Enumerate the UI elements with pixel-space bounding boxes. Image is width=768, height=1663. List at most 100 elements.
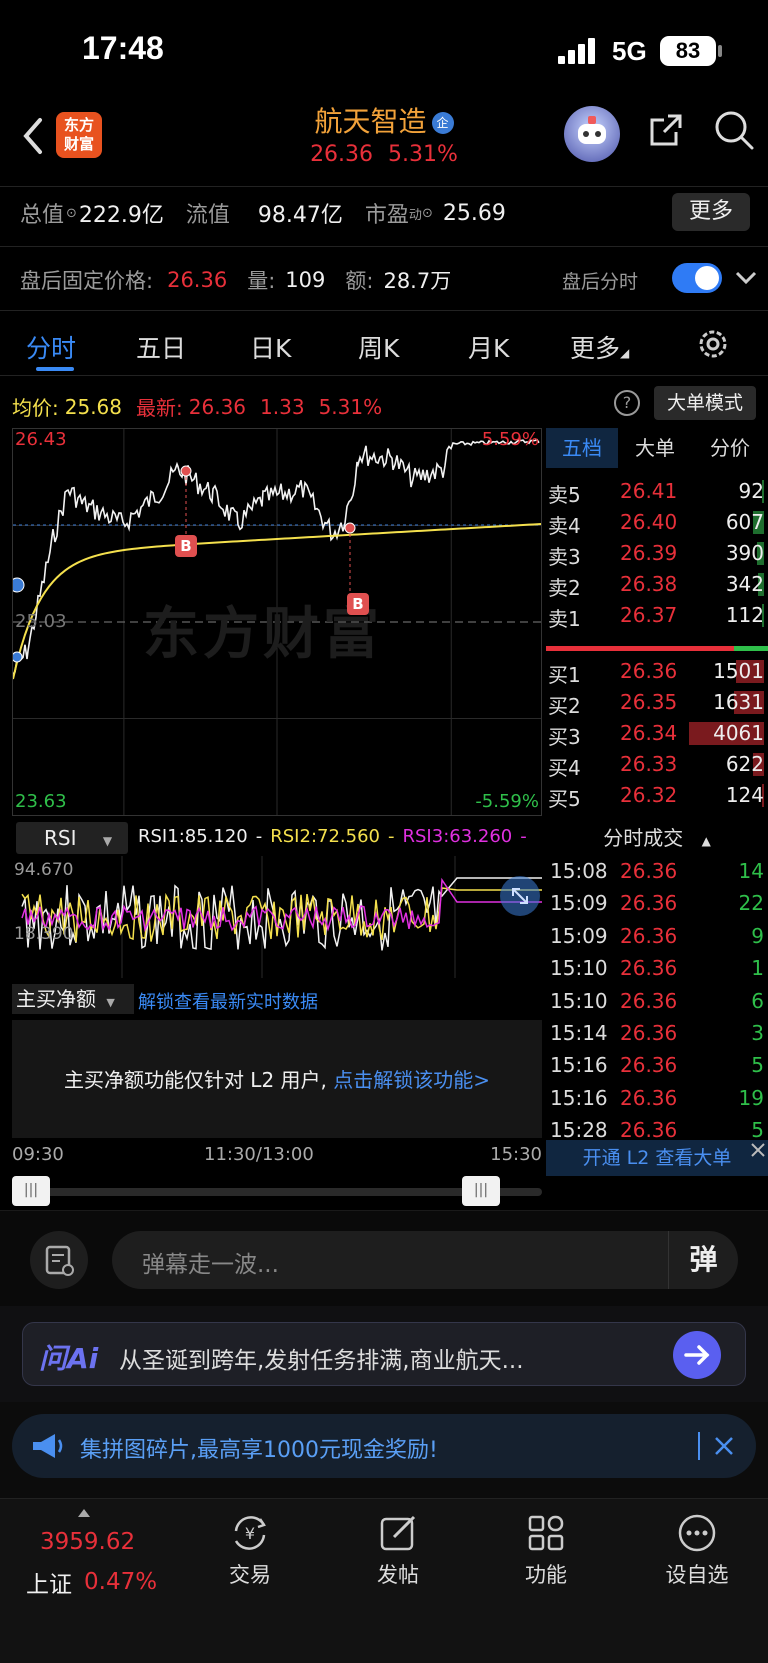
rsi-min: 18.390 (14, 924, 74, 944)
range-handle-right[interactable]: ||| (462, 1176, 500, 1206)
expand-icon[interactable] (500, 876, 540, 916)
close-icon[interactable] (712, 1434, 736, 1458)
bid-price: 26.33 (620, 752, 678, 776)
ask-bid-ratio-bar (546, 646, 768, 651)
caret-up-icon (78, 1509, 90, 1517)
bid-row[interactable]: 买3 26.34 4061 (546, 718, 768, 749)
arrow-right-icon[interactable] (673, 1331, 721, 1379)
trades-header[interactable]: 分时成交 ▲ (546, 822, 768, 854)
promo-banner[interactable]: 集拼图碎片,最高享1000元现金奖励! (12, 1414, 756, 1478)
trade-time: 15:10 (550, 956, 608, 981)
danmu-icon-label: 弹 (689, 1243, 718, 1276)
bid-row[interactable]: 买2 26.35 1631 (546, 687, 768, 718)
tab-large-orders[interactable]: 大单 (618, 428, 692, 468)
tab-more[interactable]: 更多◢ (570, 329, 629, 365)
bid-level-label: 买3 (548, 725, 581, 749)
tab-monthly-k[interactable]: 月K (468, 329, 509, 365)
pe-sup: 动 (408, 207, 422, 223)
nav-functions[interactable]: 功能 (506, 1511, 586, 1611)
nav-add-watchlist[interactable]: 设自选 (652, 1511, 742, 1611)
more-button[interactable]: 更多 (672, 193, 750, 231)
ai-prompt-text: 从圣诞到跨年,发射任务排满,商业航天... (119, 1348, 524, 1374)
buy-marker[interactable]: B (175, 535, 197, 557)
unlock-link[interactable]: 解锁查看最新实时数据 (138, 988, 318, 1014)
tab-five-levels[interactable]: 五档 (546, 428, 618, 468)
rsi-line-1 (21, 877, 542, 951)
net-buy-selector[interactable]: 主买净额 ▼ (12, 984, 134, 1014)
trade-volume: 22 (738, 891, 764, 916)
signal-icon (558, 38, 598, 64)
help-icon[interactable]: ? (614, 390, 640, 416)
trade-row: 15:16 26.36 19 (546, 1083, 768, 1115)
ask-level-label: 卖4 (548, 514, 581, 538)
bid-level-label: 买1 (548, 663, 581, 687)
ask-row[interactable]: 卖3 26.39 390 (546, 538, 768, 569)
ai-bar[interactable]: 问Ai 从圣诞到跨年,发射任务排满,商业航天... (22, 1322, 746, 1386)
tab-daily-k[interactable]: 日K (250, 329, 291, 365)
share-icon[interactable] (646, 110, 686, 150)
ask-row[interactable]: 卖5 26.41 92 (546, 476, 768, 507)
last-price-change: 1.33 (260, 394, 305, 419)
bid-row[interactable]: 买4 26.33 622 (546, 749, 768, 780)
edit-icon (376, 1511, 420, 1555)
chart-bottom-price: 23.63 (15, 791, 67, 812)
tab-weekly-k[interactable]: 周K (358, 329, 399, 365)
tab-intraday[interactable]: 分时 (26, 329, 76, 365)
chevron-down-icon[interactable] (734, 267, 758, 287)
l2-banner[interactable]: 开通 L2 查看大单 (546, 1140, 768, 1176)
intraday-chart[interactable]: 东方财富 26.43 5.59% 25.03 23.63 -5.59% B B (12, 428, 542, 816)
trade-volume: 1 (751, 956, 764, 981)
ask-volume: 92 (738, 479, 764, 503)
order-book-tabs: 五档 大单 分价 (546, 428, 768, 468)
last-price-pct: 5.31% (318, 394, 383, 419)
search-icon[interactable] (712, 108, 756, 152)
avg-price-label: 均价: (12, 396, 59, 420)
trade-volume: 9 (751, 923, 764, 948)
stock-name: 航天智造 (314, 105, 427, 138)
comment-input[interactable]: 弹幕走一波... 弹 (112, 1231, 738, 1289)
settings-icon[interactable] (696, 327, 730, 361)
trade-row: 15:16 26.36 5 (546, 1050, 768, 1082)
range-scroller[interactable]: ||| ||| (12, 1176, 542, 1206)
tab-price-dist[interactable]: 分价 (692, 428, 768, 468)
nav-post[interactable]: 发帖 (358, 1511, 438, 1611)
rsi2-value: RSI2:72.560 (270, 826, 380, 847)
bid-row[interactable]: 买5 26.32 124 (546, 780, 768, 811)
trade-price: 26.36 (620, 956, 678, 981)
comment-bar: 弹幕走一波... 弹 (0, 1210, 768, 1306)
bid-price: 26.36 (620, 659, 678, 683)
time-start: 09:30 (12, 1144, 64, 1165)
danmu-settings-icon[interactable] (30, 1231, 88, 1289)
danmu-toggle-icon[interactable]: 弹 (668, 1231, 738, 1289)
trades-list: 15:08 26.36 14 15:09 26.36 22 15:09 26.36 9 15:10… (546, 856, 768, 1148)
enterprise-badge: 企 (431, 112, 454, 134)
ask-row[interactable]: 卖1 26.37 112 (546, 600, 768, 631)
afterhours-toggle-label: 盘后分时 (562, 271, 639, 293)
robot-avatar[interactable] (564, 106, 620, 162)
nav-trade[interactable]: ¥ 交易 (210, 1511, 290, 1611)
rsi-selector[interactable]: RSI ▼ (16, 822, 128, 854)
ask-volume: 390 (725, 541, 764, 565)
large-order-mode-button[interactable]: 大单模式 (654, 386, 756, 420)
close-icon[interactable] (748, 1140, 768, 1160)
index-quote[interactable]: 3959.62 上证 0.47% (24, 1509, 174, 1609)
ask-row[interactable]: 卖4 26.40 607 (546, 507, 768, 538)
battery-level: 83 (675, 38, 701, 63)
promo-divider (698, 1432, 700, 1460)
ask-volume: 112 (725, 603, 764, 627)
float-value-label: 流值 (185, 203, 230, 228)
range-handle-left[interactable]: ||| (12, 1176, 50, 1206)
trade-volume: 3 (751, 1020, 764, 1045)
tab-five-day[interactable]: 五日 (136, 329, 186, 365)
afterhours-toggle[interactable] (672, 263, 722, 293)
trade-price: 26.36 (620, 923, 678, 948)
trade-price: 26.36 (620, 1053, 678, 1078)
battery-cap (718, 45, 722, 57)
pe-label: 市盈 (364, 203, 409, 228)
trade-row: 15:09 26.36 22 (546, 888, 768, 920)
bid-row[interactable]: 买1 26.36 1501 (546, 656, 768, 687)
l2-notice-link[interactable]: 点击解锁该功能> (333, 1068, 490, 1092)
ask-row[interactable]: 卖2 26.38 342 (546, 569, 768, 600)
buy-marker[interactable]: B (347, 593, 369, 615)
svg-text:¥: ¥ (245, 1524, 255, 1543)
